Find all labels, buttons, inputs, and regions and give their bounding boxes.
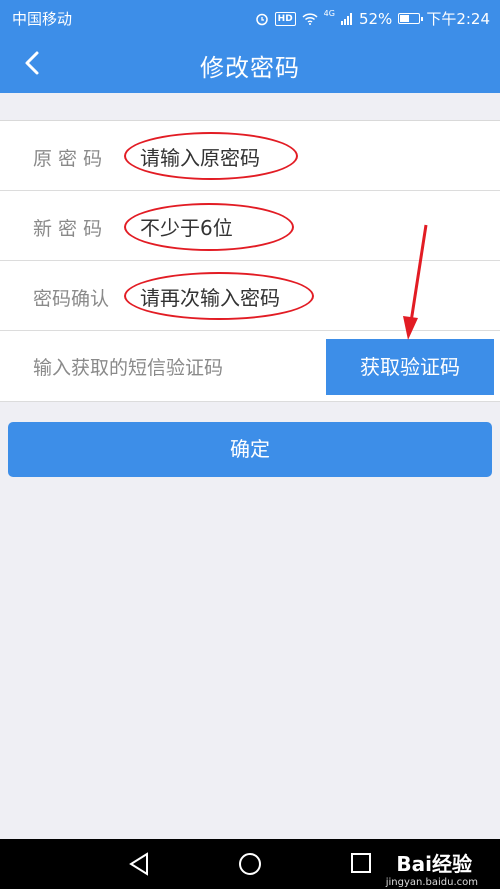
sms-code-input[interactable]: 输入获取的短信验证码 [33, 353, 223, 380]
watermark-url: jingyan.baidu.com [385, 877, 478, 888]
clock: 下午2:24 [426, 10, 490, 28]
password-form: 原 密 码 请输入原密码 新 密 码 不少于6位 密码确认 请再次输入密码 输入… [0, 120, 500, 402]
battery-fill [400, 15, 410, 22]
old-password-row[interactable]: 原 密 码 请输入原密码 [0, 121, 500, 191]
signal-icon [340, 12, 352, 25]
carrier-name: 中国移动 [12, 10, 73, 28]
square-recent-icon[interactable] [350, 852, 372, 874]
watermark-brand: Bai经验 [396, 852, 472, 876]
hd-icon: HD [274, 11, 296, 26]
old-password-label: 原 密 码 [33, 148, 103, 170]
confirm-password-label: 密码确认 [33, 288, 110, 310]
confirm-password-row[interactable]: 密码确认 请再次输入密码 [0, 261, 500, 331]
title-bar: 修改密码 [0, 34, 500, 93]
highlight-oval [124, 272, 314, 320]
network-type: 4G [323, 9, 335, 18]
system-nav-bar: Bai经验 jingyan.baidu.com [0, 839, 500, 889]
status-icons: HD 4G 52% 下午2:24 [255, 8, 490, 29]
circle-home-icon[interactable] [238, 852, 262, 876]
battery-icon [398, 13, 424, 24]
highlight-oval [124, 132, 298, 180]
alarm-icon [255, 13, 268, 25]
get-code-button[interactable]: 获取验证码 [326, 339, 494, 395]
wifi-icon [302, 12, 318, 25]
page-title: 修改密码 [200, 54, 300, 82]
highlight-oval [124, 203, 294, 251]
sms-code-row: 输入获取的短信验证码 获取验证码 [0, 331, 500, 402]
battery-percent: 52% [358, 9, 393, 28]
triangle-back-icon[interactable] [128, 852, 150, 876]
new-password-row[interactable]: 新 密 码 不少于6位 [0, 191, 500, 261]
new-password-label: 新 密 码 [33, 218, 103, 240]
confirm-button[interactable]: 确定 [8, 422, 492, 477]
status-bar: 中国移动 HD 4G 52% 下午2:24 [0, 0, 500, 34]
